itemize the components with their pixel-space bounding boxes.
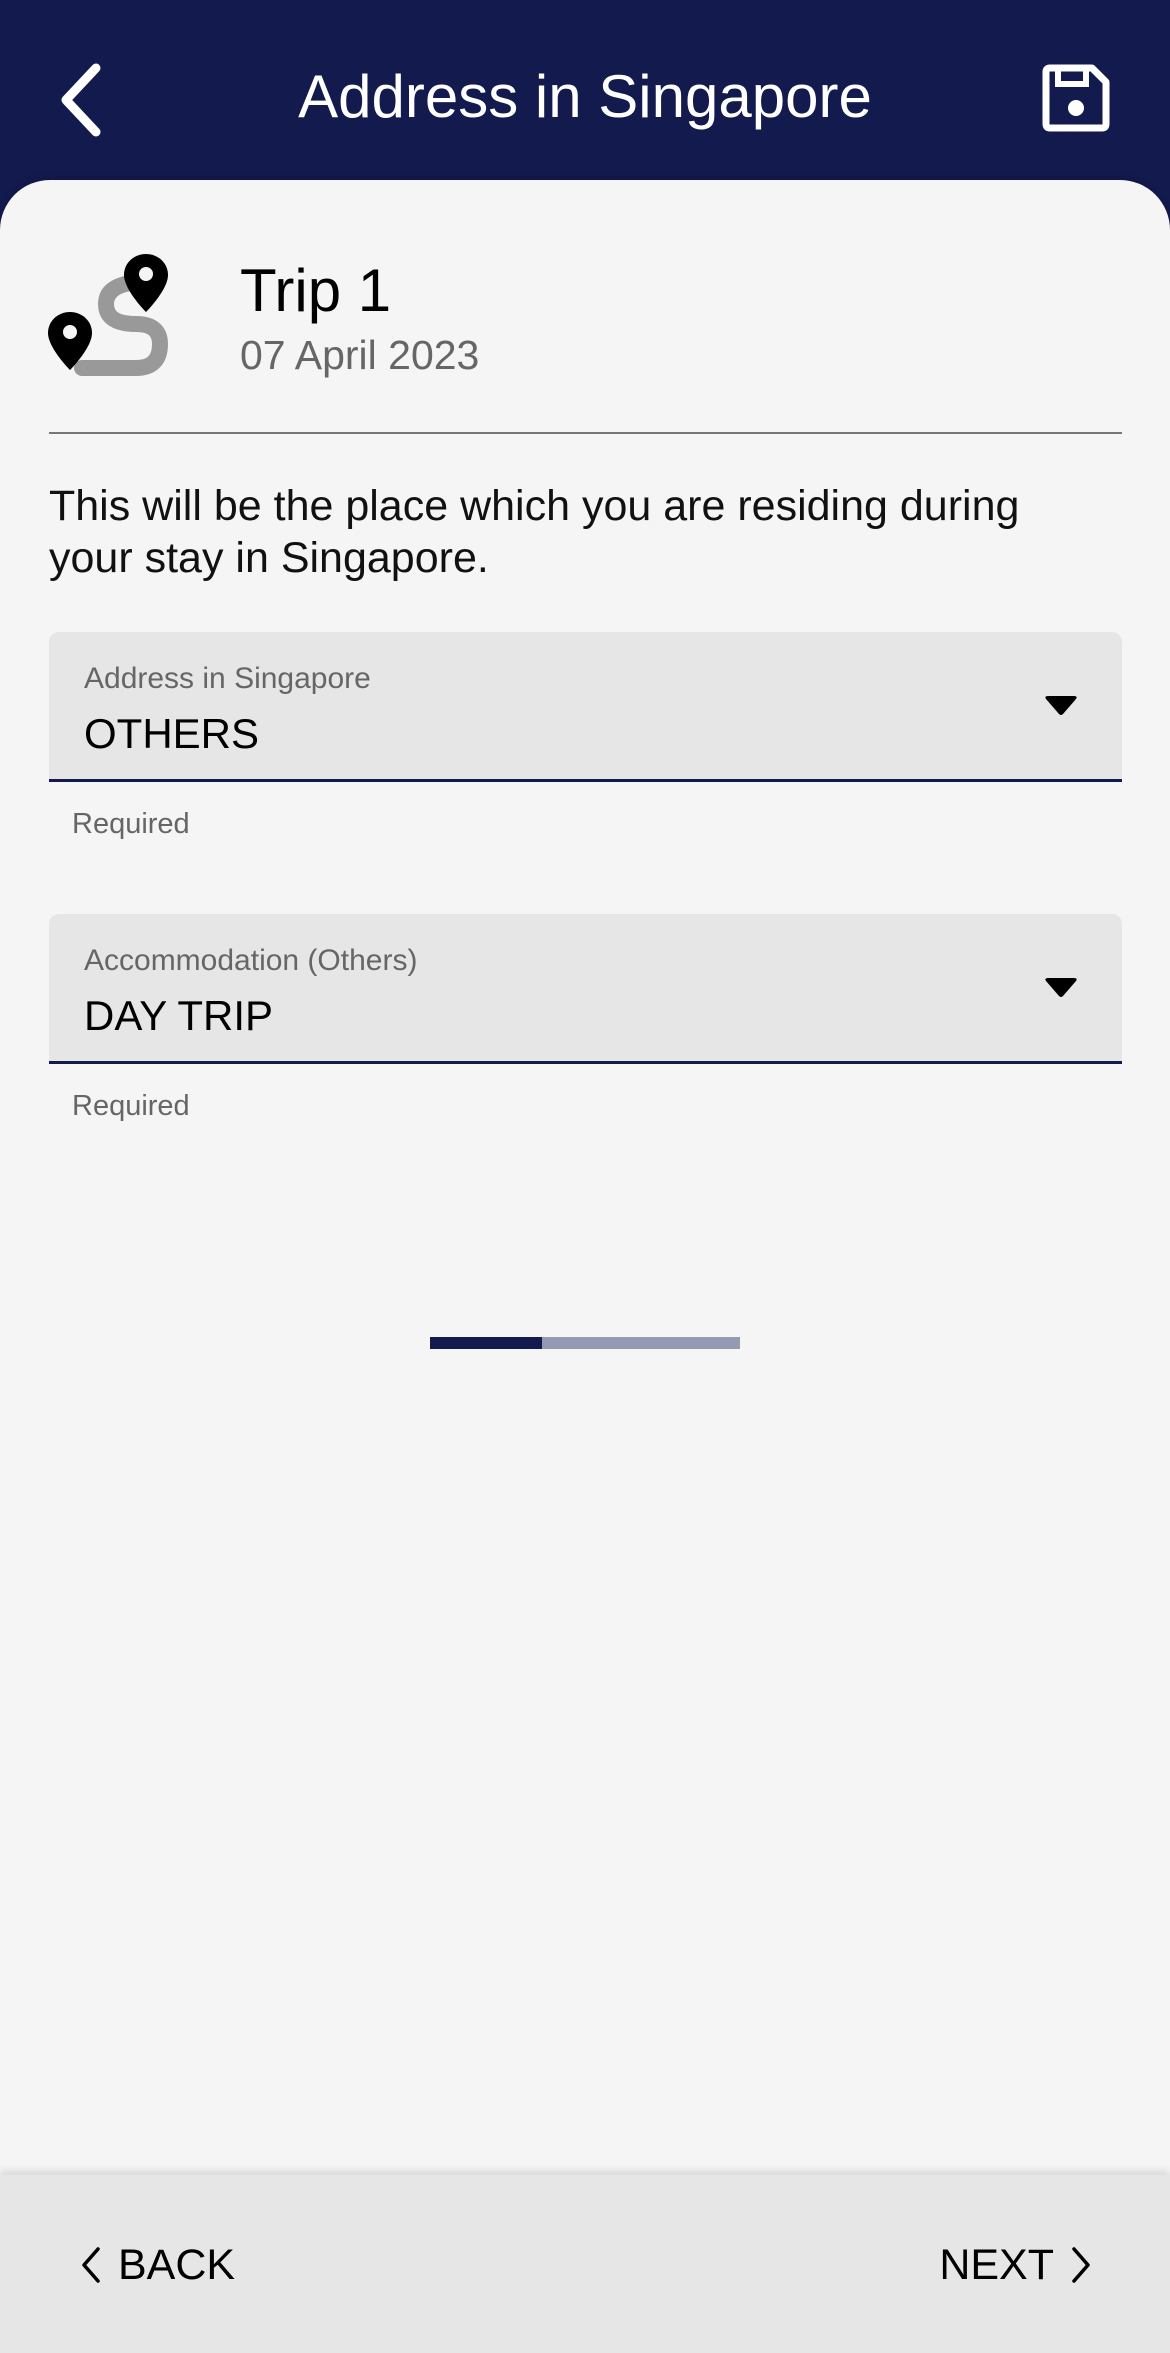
accommodation-field-label: Accommodation (Others): [84, 944, 418, 977]
chevron-left-icon: [82, 2247, 100, 2283]
caret-down-icon[interactable]: [1044, 977, 1078, 999]
address-field-value: OTHERS: [84, 710, 260, 757]
chevron-right-icon: [1072, 2247, 1090, 2283]
trip-date: 07 April 2023: [240, 332, 480, 378]
back-button-label: BACK: [118, 2240, 236, 2289]
app-header: Address in Singapore: [0, 0, 1170, 200]
progress-fill: [430, 1337, 542, 1349]
description-text: This will be the place which you are res…: [49, 482, 1020, 582]
accommodation-helper-text: Required: [72, 1090, 190, 1122]
address-helper-text: Required: [72, 808, 190, 840]
address-dropdown[interactable]: Address in Singapore OTHERS: [49, 632, 1122, 782]
accommodation-dropdown[interactable]: Accommodation (Others) DAY TRIP: [49, 914, 1122, 1064]
route-pins-icon: [48, 254, 169, 376]
caret-down-icon[interactable]: [1044, 695, 1078, 717]
floppy-disk-icon[interactable]: [1040, 62, 1112, 134]
bottom-navigation: BACK NEXT: [0, 2175, 1170, 2353]
progress-bar: [430, 1337, 740, 1349]
next-button-label: NEXT: [939, 2240, 1054, 2289]
accommodation-field-value: DAY TRIP: [84, 992, 274, 1039]
content-card: Trip 1 07 April 2023 This will be the pl…: [0, 180, 1170, 2175]
page-title: Address in Singapore: [298, 63, 872, 130]
back-button[interactable]: BACK: [80, 2237, 235, 2293]
trip-title: Trip 1: [240, 257, 392, 324]
address-field-label: Address in Singapore: [84, 662, 371, 695]
next-button[interactable]: NEXT: [939, 2237, 1092, 2293]
divider: [49, 432, 1122, 434]
